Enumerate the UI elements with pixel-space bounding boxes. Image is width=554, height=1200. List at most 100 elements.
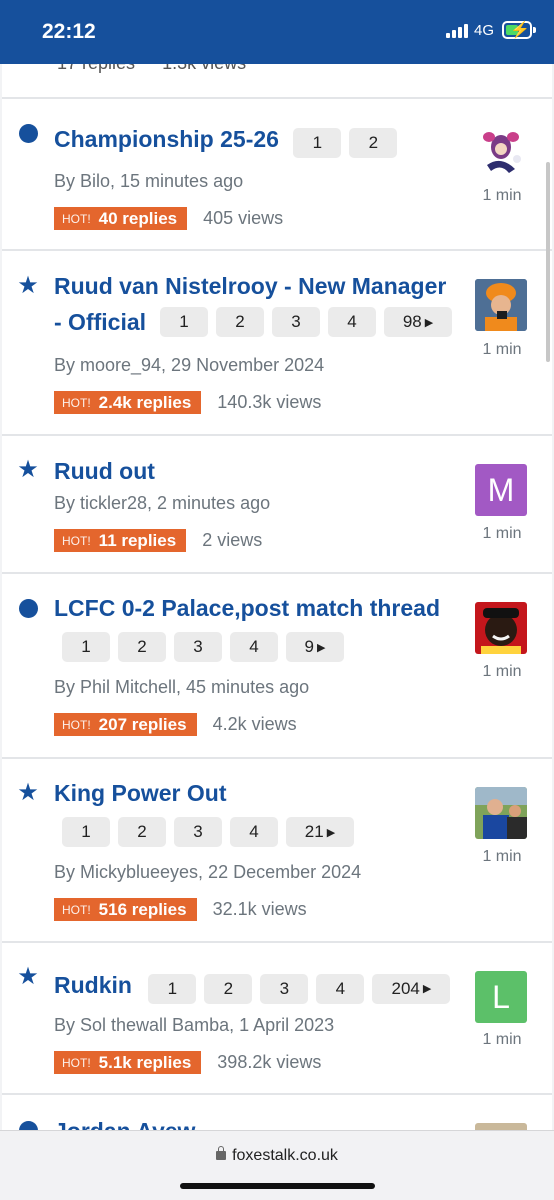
- battery-charging-icon: ⚡: [502, 21, 536, 39]
- page-link-last[interactable]: 9 ▶: [286, 632, 344, 662]
- thread-title-line1[interactable]: Ruud van Nistelrooy - New Manager: [54, 268, 452, 304]
- star-icon: ★: [17, 456, 39, 483]
- scrollbar-thumb[interactable]: [546, 162, 550, 362]
- network-type: 4G: [473, 21, 494, 39]
- thread-byline: By Bilo, 15 minutes ago: [54, 171, 244, 191]
- page-links: 1 2 3 4 98 ▶: [160, 307, 453, 337]
- page-links: 1 2 3 4 9 ▶: [62, 632, 440, 662]
- page-link-last[interactable]: 21 ▶: [286, 817, 354, 847]
- views-count: 140.3k views: [217, 392, 322, 412]
- page-link-last-label: 9: [304, 637, 314, 656]
- thread-list[interactable]: 17 replies 1.3k views Championship 25-26…: [0, 0, 554, 1200]
- last-post-time[interactable]: 1 min: [470, 187, 534, 205]
- last-post-time[interactable]: 1 min: [470, 341, 534, 359]
- page-link-last[interactable]: 98 ▶: [384, 307, 453, 337]
- replies-count: 2.4k replies: [98, 392, 192, 412]
- replies-count: 40 replies: [98, 208, 178, 228]
- views-count: 2 views: [202, 530, 263, 550]
- thread-byline: By moore_94, 29 November 2024: [54, 355, 325, 375]
- triangle-right-icon: ▶: [317, 641, 326, 654]
- lock-icon: [216, 1146, 227, 1160]
- thread-byline: By Mickyblueeyes, 22 December 2024: [54, 862, 362, 882]
- last-post-time[interactable]: 1 min: [470, 1031, 534, 1049]
- page-link[interactable]: 1: [293, 127, 342, 158]
- page-link[interactable]: 2: [118, 817, 166, 847]
- unread-dot-icon: [17, 597, 39, 619]
- thread-card-championship[interactable]: Championship 25-26 1 2 By Bilo, 15 minut…: [2, 98, 552, 250]
- page-link[interactable]: 1: [62, 817, 110, 847]
- thread-byline: By tickler28, 2 minutes ago: [54, 493, 271, 513]
- hot-badge: HOT! 207 replies: [54, 713, 197, 736]
- thread-stats: HOT! 11 replies 2 views: [54, 529, 262, 552]
- hot-badge: HOT! 40 replies: [54, 207, 188, 230]
- replies-count: 516 replies: [98, 899, 187, 919]
- triangle-right-icon: ▶: [424, 316, 434, 329]
- thread-stats: HOT! 40 replies 405 views: [54, 207, 283, 230]
- page-link[interactable]: 3: [174, 632, 222, 662]
- hot-badge: HOT! 516 replies: [54, 898, 197, 921]
- page-link-last-label: 98: [402, 312, 422, 331]
- avatar[interactable]: [475, 279, 527, 331]
- avatar[interactable]: [475, 602, 527, 654]
- page-link[interactable]: 1: [62, 632, 110, 662]
- page-link[interactable]: 2: [216, 307, 265, 337]
- avatar[interactable]: [475, 125, 527, 177]
- thread-title-line2[interactable]: - Official: [54, 304, 146, 340]
- star-icon: ★: [17, 963, 39, 990]
- thread-title[interactable]: Championship 25-26: [54, 126, 279, 152]
- signal-icon: [445, 22, 468, 38]
- hot-badge: HOT! 2.4k replies: [54, 391, 202, 414]
- thread-title[interactable]: Ruud out: [54, 458, 155, 484]
- thread-card-ruud-manager[interactable]: ★ Ruud van Nistelrooy - New Manager - Of…: [2, 250, 552, 435]
- last-post-time[interactable]: 1 min: [470, 663, 534, 681]
- star-icon: ★: [17, 272, 39, 299]
- browser-address-bar[interactable]: foxestalk.co.uk: [0, 1130, 554, 1200]
- last-post-time[interactable]: 1 min: [470, 525, 534, 543]
- url-display[interactable]: foxestalk.co.uk: [0, 1146, 554, 1165]
- views-count: 32.1k views: [212, 899, 307, 919]
- views-count: 4.2k views: [212, 714, 297, 734]
- thread-title[interactable]: LCFC 0-2 Palace,post match thread: [54, 590, 440, 626]
- avatar-letter[interactable]: M: [475, 464, 527, 516]
- page-link[interactable]: 4: [316, 973, 365, 1004]
- page-link[interactable]: 3: [260, 973, 309, 1004]
- thread-stats: HOT! 2.4k replies 140.3k views: [54, 391, 321, 414]
- triangle-right-icon: ▶: [326, 826, 336, 839]
- thread-card-rudkin[interactable]: ★ Rudkin 1 2 3 4 204 ▶ By Sol thewall Bam…: [2, 942, 552, 1094]
- page-link[interactable]: 4: [230, 632, 278, 662]
- thread-stats: HOT! 516 replies 32.1k views: [54, 898, 307, 921]
- status-indicators: 4G ⚡: [445, 21, 536, 39]
- thread-byline: By Phil Mitchell, 45 minutes ago: [54, 677, 310, 697]
- replies-count: 5.1k replies: [98, 1052, 192, 1072]
- hot-label: HOT!: [62, 902, 91, 917]
- page-link[interactable]: 2: [204, 973, 253, 1004]
- ios-status-bar: 22:12 4G ⚡: [0, 0, 554, 64]
- page-links: 1 2 3 4 204 ▶: [148, 973, 451, 1004]
- star-icon: ★: [17, 779, 39, 806]
- page-link[interactable]: 2: [349, 127, 398, 158]
- hot-label: HOT!: [62, 533, 91, 548]
- thread-title[interactable]: Rudkin: [54, 972, 132, 998]
- page-link[interactable]: 3: [272, 307, 321, 337]
- page-link-last-label: 21: [304, 822, 324, 841]
- replies-count: 207 replies: [98, 714, 187, 734]
- avatar[interactable]: [475, 787, 527, 839]
- last-post-time[interactable]: 1 min: [470, 848, 534, 866]
- page-link[interactable]: 3: [174, 817, 222, 847]
- thread-title[interactable]: King Power Out: [54, 775, 354, 811]
- page-link[interactable]: 1: [148, 973, 197, 1004]
- page-link[interactable]: 2: [118, 632, 166, 662]
- page-link[interactable]: 4: [230, 817, 278, 847]
- thread-card-king-power-out[interactable]: ★ King Power Out 1 2 3 4 21 ▶ By Mickyblu…: [2, 758, 552, 942]
- page-link-last[interactable]: 204 ▶: [372, 973, 451, 1004]
- page-link[interactable]: 1: [160, 307, 209, 337]
- home-indicator[interactable]: [180, 1183, 375, 1189]
- thread-card-ruud-out[interactable]: ★ Ruud out By tickler28, 2 minutes ago H…: [2, 435, 552, 573]
- hot-label: HOT!: [62, 717, 91, 732]
- page-links: 1 2 3 4 21 ▶: [62, 817, 354, 847]
- avatar-letter[interactable]: L: [475, 971, 527, 1023]
- page-link[interactable]: 4: [328, 307, 377, 337]
- hot-label: HOT!: [62, 211, 91, 226]
- replies-count: 11 replies: [98, 530, 177, 550]
- thread-card-lcfc-palace[interactable]: LCFC 0-2 Palace,post match thread 1 2 3 …: [2, 573, 552, 758]
